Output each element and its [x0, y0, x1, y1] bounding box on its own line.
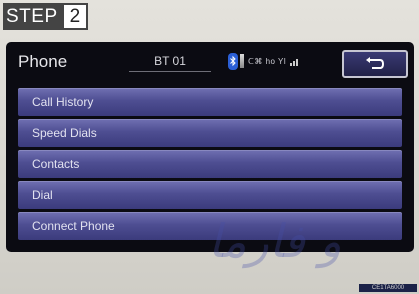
status-text: ᑕ⌘ ho Yl — [248, 56, 287, 66]
menu-item-dial[interactable]: Dial — [18, 181, 402, 209]
signal-icon — [290, 59, 299, 66]
watermark: و فارما — [208, 214, 342, 268]
step-label: STEP 2 — [3, 3, 89, 30]
image-code: CE1TA6000 — [359, 284, 417, 292]
step-number: 2 — [61, 3, 89, 30]
menu-item-contacts[interactable]: Contacts — [18, 150, 402, 178]
back-button[interactable] — [342, 50, 408, 78]
connection-status: ᑕ⌘ ho Yl — [240, 54, 300, 68]
menu-item-speed-dials[interactable]: Speed Dials — [18, 119, 402, 147]
bluetooth-icon — [228, 53, 238, 70]
screen-header: Phone BT 01 ᑕ⌘ ho Yl — [6, 42, 414, 82]
device-name: BT 01 — [129, 54, 211, 72]
return-arrow-icon — [366, 57, 385, 69]
menu-item-call-history[interactable]: Call History — [18, 88, 402, 116]
page-title: Phone — [18, 52, 68, 71]
step-word: STEP — [3, 3, 62, 30]
battery-icon — [240, 54, 244, 68]
